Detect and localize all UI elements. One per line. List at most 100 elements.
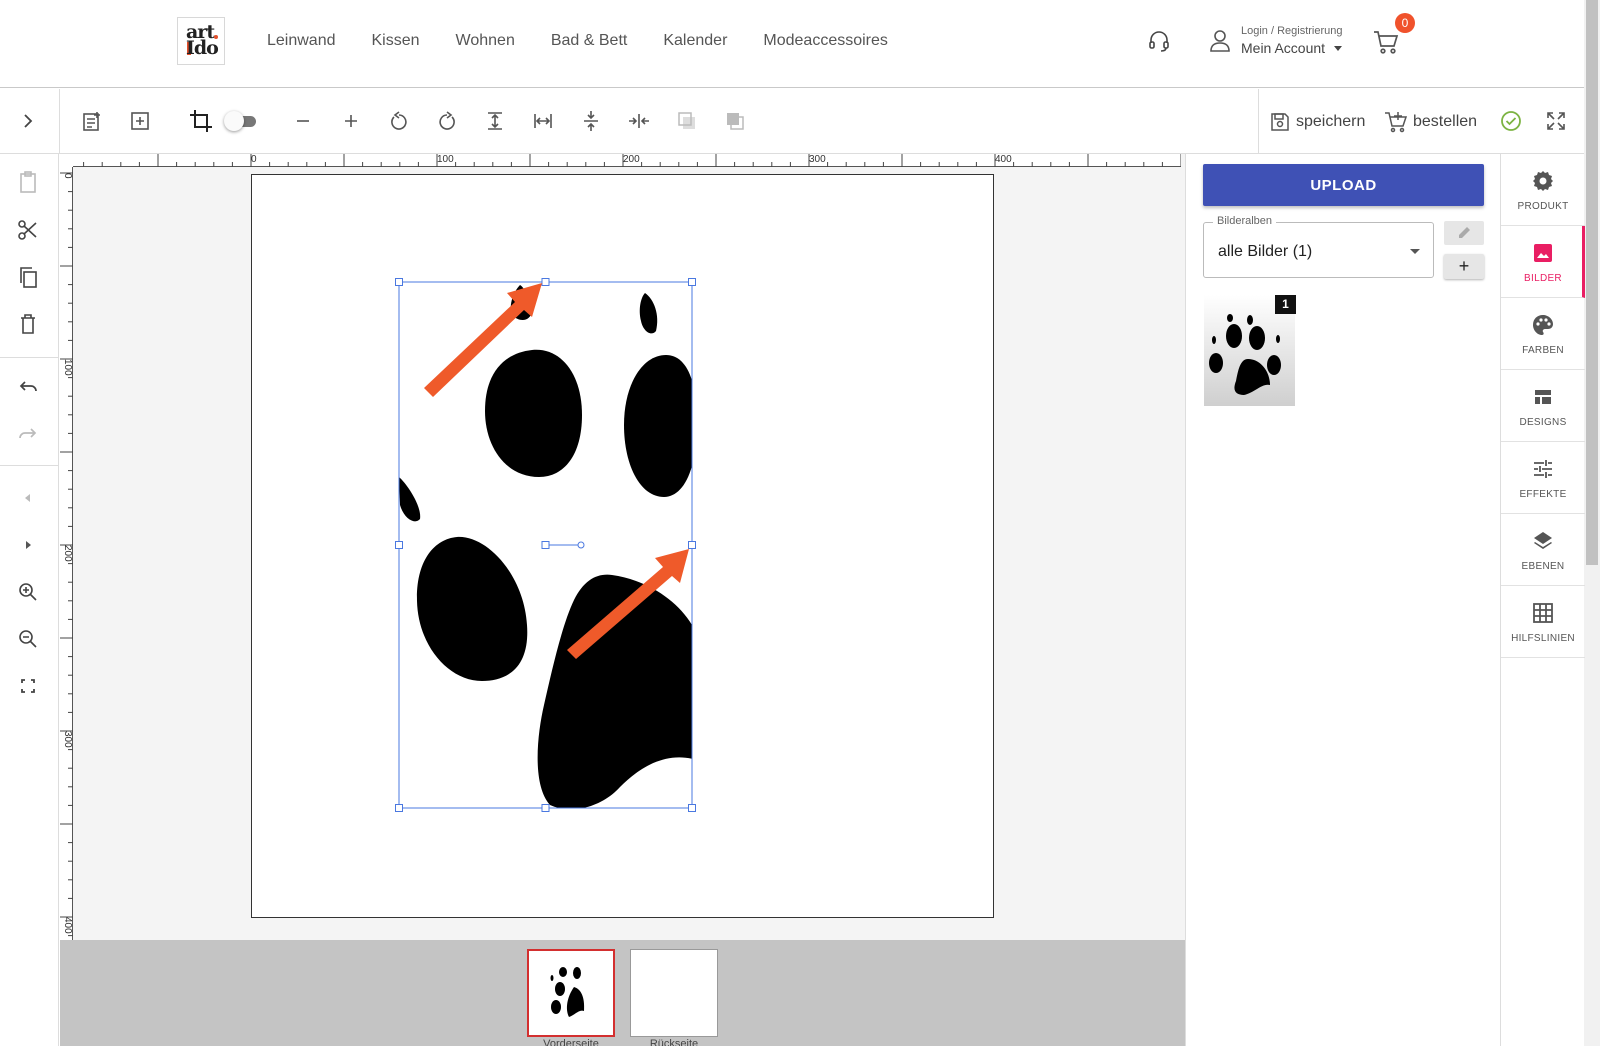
ruler-label: 100 — [437, 154, 454, 165]
album-select[interactable]: Bilderalben alle Bilder (1) — [1203, 215, 1434, 278]
side-tab-bar: PRODUKT BILDER FARBEN DESIGNS EFFEKTE EB… — [1500, 154, 1585, 1046]
nav-leinwand[interactable]: Leinwand — [267, 32, 336, 50]
plus-icon[interactable] — [337, 107, 365, 135]
page-thumb-front[interactable] — [527, 949, 615, 1037]
tool-divider — [0, 357, 59, 358]
palette-icon — [1533, 315, 1553, 335]
fullscreen-expand-icon[interactable] — [1542, 107, 1570, 135]
bring-forward-icon[interactable] — [721, 107, 749, 135]
tab-label: HILFSLINIEN — [1511, 633, 1575, 644]
redo-icon[interactable] — [14, 421, 42, 449]
order-label: bestellen — [1413, 113, 1478, 130]
add-album-button[interactable]: + — [1444, 254, 1484, 279]
product-page-canvas[interactable] — [251, 174, 994, 918]
ruler-label: 200 — [62, 545, 73, 562]
shopping-cart-icon[interactable] — [1372, 28, 1400, 56]
crop-toggle-switch[interactable] — [224, 111, 260, 131]
site-header: art Ido Leinwand Kissen Wohnen Bad & Bet… — [0, 0, 1584, 88]
previous-page-icon[interactable] — [14, 484, 42, 512]
rotate-right-icon[interactable] — [433, 107, 461, 135]
image-icon — [1534, 244, 1552, 262]
ruler-label: 400 — [62, 917, 73, 934]
tab-ebenen[interactable]: EBENEN — [1501, 514, 1585, 586]
save-label: speichern — [1296, 113, 1366, 130]
confirm-check-icon[interactable] — [1497, 107, 1525, 135]
delete-trash-icon[interactable] — [14, 310, 42, 338]
logo-text-bottom: Ido — [186, 37, 219, 59]
resize-handle — [395, 804, 403, 812]
editor-toolbar: speichern bestellen — [0, 89, 1584, 154]
add-element-icon[interactable] — [126, 107, 154, 135]
tab-farben[interactable]: FARBEN — [1501, 298, 1585, 370]
rotate-left-icon[interactable] — [385, 107, 413, 135]
left-tool-column — [0, 154, 59, 1046]
page-label-front: Vorderseite — [543, 1038, 599, 1046]
stretch-vertical-icon[interactable] — [481, 107, 509, 135]
account-menu[interactable]: Login / Registrierung Mein Account — [1209, 25, 1349, 59]
headset-support-icon[interactable] — [1146, 29, 1172, 55]
resize-handle — [688, 541, 696, 549]
nav-modeaccessoires[interactable]: Modeaccessoires — [763, 32, 888, 50]
order-button[interactable]: bestellen — [1384, 109, 1477, 135]
images-panel: UPLOAD Bilderalben alle Bilder (1) + 1 — [1185, 154, 1500, 1046]
save-button[interactable]: speichern — [1269, 109, 1365, 135]
resize-handle — [395, 278, 403, 286]
page-scrollbar[interactable] — [1584, 0, 1600, 1046]
send-backward-icon[interactable] — [673, 107, 701, 135]
page-label-back: Rückseite — [649, 1038, 699, 1046]
crop-icon[interactable] — [187, 107, 215, 135]
ruler-label: 0 — [251, 154, 257, 165]
paw-thumbnail-icon — [550, 967, 585, 1017]
layers-icon — [1534, 532, 1552, 549]
nav-kissen[interactable]: Kissen — [372, 32, 420, 50]
tab-effekte[interactable]: EFFEKTE — [1501, 442, 1585, 514]
copy-icon[interactable] — [14, 263, 42, 291]
user-icon — [1210, 30, 1230, 52]
upload-button[interactable]: UPLOAD — [1203, 164, 1484, 206]
undo-icon[interactable] — [14, 374, 42, 402]
tab-hilfslinien[interactable]: HILFSLINIEN — [1501, 586, 1585, 658]
artido-logo[interactable]: art Ido — [177, 17, 225, 65]
tab-label: EFFEKTE — [1519, 489, 1567, 500]
stretch-horizontal-icon[interactable] — [529, 107, 557, 135]
expand-chevron-right-icon[interactable] — [14, 107, 42, 135]
design-canvas-area[interactable]: 0 100 200 300 400 0 100 200 300 400 — [60, 154, 1185, 940]
resize-handle — [688, 804, 696, 812]
toggle-knob — [224, 111, 244, 131]
toolbar-divider-right — [1258, 89, 1259, 154]
save-disk-icon — [1271, 113, 1289, 131]
tab-produkt[interactable]: PRODUKT — [1501, 154, 1585, 226]
vertical-ruler: 0 100 200 300 400 — [60, 167, 73, 940]
cart-count-badge: 0 — [1395, 13, 1415, 33]
nav-bad-bett[interactable]: Bad & Bett — [551, 32, 628, 50]
ruler-label: 300 — [809, 154, 826, 165]
ruler-label: 400 — [995, 154, 1012, 165]
scrollbar-thumb[interactable] — [1586, 0, 1598, 565]
ruler-label: 0 — [62, 173, 73, 179]
tab-bilder[interactable]: BILDER — [1501, 226, 1585, 298]
paste-clipboard-icon[interactable] — [14, 168, 42, 196]
edit-album-button[interactable] — [1444, 221, 1484, 245]
page-thumb-back[interactable] — [630, 949, 718, 1037]
center-vertical-icon[interactable] — [577, 107, 605, 135]
zoom-in-icon[interactable] — [14, 578, 42, 606]
zoom-out-icon[interactable] — [14, 625, 42, 653]
tab-designs[interactable]: DESIGNS — [1501, 370, 1585, 442]
layout-icon — [1535, 390, 1551, 404]
add-text-icon[interactable] — [78, 107, 106, 135]
tab-label: BILDER — [1524, 273, 1562, 284]
gear-icon — [1533, 171, 1553, 191]
tab-label: DESIGNS — [1519, 417, 1567, 428]
ruler-label: 100 — [62, 359, 73, 376]
dropdown-arrow-icon — [1410, 249, 1420, 254]
minus-icon[interactable] — [289, 107, 317, 135]
resize-handle — [395, 541, 403, 549]
ruler-label: 300 — [62, 731, 73, 748]
cut-scissors-icon[interactable] — [14, 216, 42, 244]
center-horizontal-icon[interactable] — [625, 107, 653, 135]
fit-to-screen-icon[interactable] — [14, 672, 42, 700]
design-layer — [395, 278, 696, 812]
nav-wohnen[interactable]: Wohnen — [456, 32, 515, 50]
nav-kalender[interactable]: Kalender — [663, 32, 727, 50]
next-page-icon[interactable] — [14, 531, 42, 559]
